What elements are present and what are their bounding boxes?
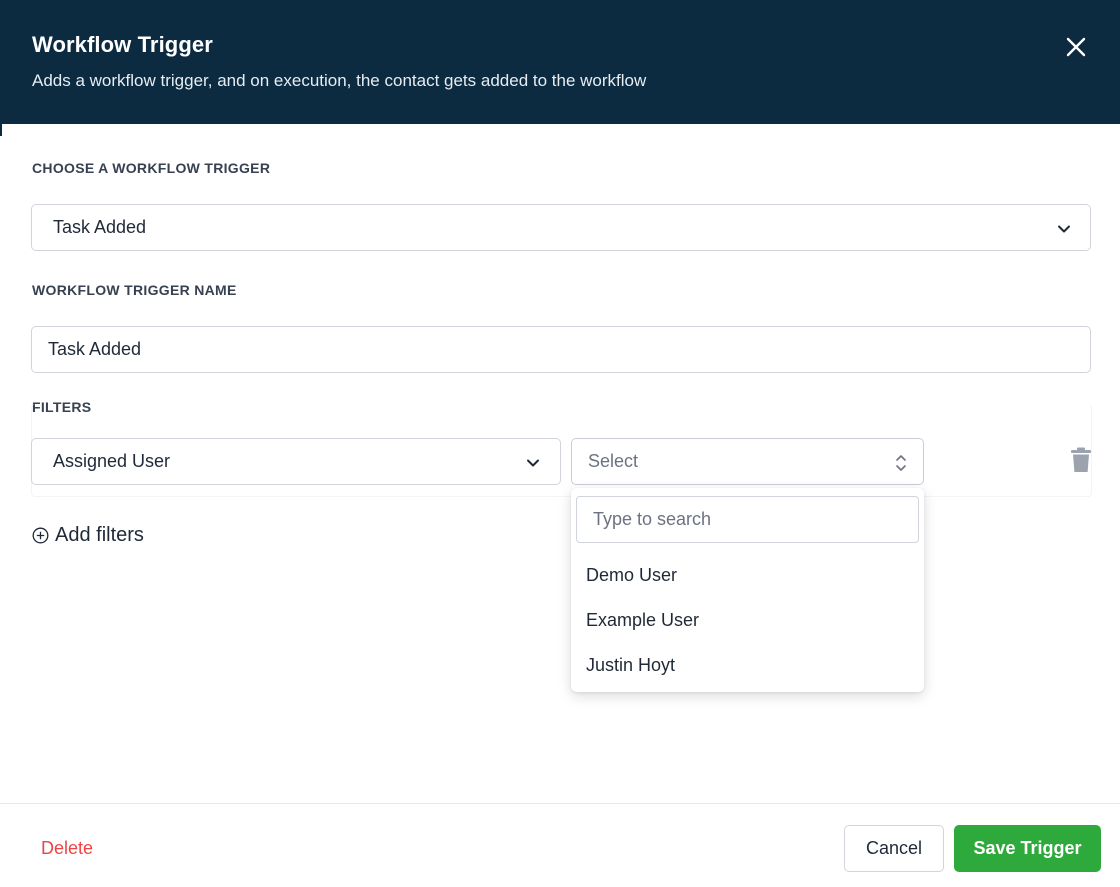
- modal-subtitle: Adds a workflow trigger, and on executio…: [32, 71, 647, 90]
- cancel-button[interactable]: Cancel: [844, 825, 944, 872]
- trigger-section-label: CHOOSE A WORKFLOW TRIGGER: [32, 160, 271, 176]
- plus-circle-icon: [32, 527, 49, 544]
- footer-divider: [0, 803, 1120, 804]
- trash-icon[interactable]: [1068, 446, 1094, 474]
- chevron-down-icon: [527, 459, 539, 467]
- delete-button[interactable]: Delete: [41, 838, 93, 859]
- filter-field-value: Assigned User: [53, 451, 171, 471]
- user-dropdown-menu: Demo User Example User Justin Hoyt: [571, 488, 924, 692]
- trigger-name-label: WORKFLOW TRIGGER NAME: [32, 282, 237, 298]
- trigger-select[interactable]: Task Added: [31, 204, 1091, 251]
- chevron-updown-icon: [896, 455, 906, 471]
- dropdown-option[interactable]: Example User: [586, 610, 699, 631]
- close-icon[interactable]: [1060, 31, 1092, 63]
- trigger-name-value: Task Added: [48, 339, 142, 359]
- chevron-down-icon: [1058, 225, 1070, 233]
- add-filters-label: Add filters: [55, 524, 144, 546]
- filter-value-placeholder: Select: [588, 451, 639, 471]
- dropdown-option[interactable]: Demo User: [586, 565, 677, 586]
- trigger-select-value: Task Added: [53, 217, 147, 237]
- trigger-name-input[interactable]: Task Added: [31, 326, 1091, 373]
- left-edge-divider: [0, 76, 2, 136]
- filter-field-select[interactable]: Assigned User: [31, 438, 561, 485]
- filter-value-select[interactable]: Select: [571, 438, 924, 485]
- dropdown-option[interactable]: Justin Hoyt: [586, 655, 675, 676]
- modal-title: Workflow Trigger: [32, 32, 213, 57]
- save-trigger-button[interactable]: Save Trigger: [954, 825, 1101, 872]
- dropdown-search-input[interactable]: [576, 496, 919, 543]
- modal-header: Workflow Trigger Adds a workflow trigger…: [0, 0, 1120, 124]
- add-filters-button[interactable]: Add filters: [32, 524, 144, 547]
